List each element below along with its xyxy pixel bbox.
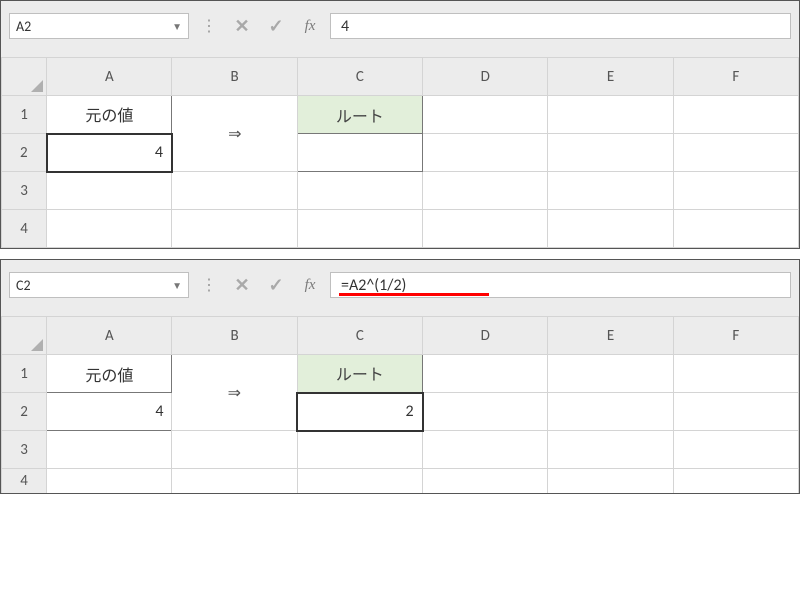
col-header-E[interactable]: E <box>548 317 673 355</box>
name-box-dropdown-icon[interactable]: ▼ <box>172 20 182 33</box>
cell-D2[interactable] <box>423 134 548 172</box>
cell-D1[interactable] <box>423 355 548 393</box>
select-all-corner[interactable] <box>2 317 47 355</box>
formula-input[interactable]: 4 <box>330 13 791 39</box>
name-box-value: C2 <box>16 277 31 294</box>
col-header-B[interactable]: B <box>172 317 297 355</box>
confirm-icon[interactable]: ✓ <box>262 275 290 296</box>
grid[interactable]: A B C D E F 1 元の値 ⇒ ルート 2 4 2 <box>1 316 799 493</box>
cell-C1[interactable]: ルート <box>297 355 422 393</box>
cell-C1[interactable]: ルート <box>297 96 422 134</box>
cell-F2[interactable] <box>673 134 798 172</box>
grid[interactable]: A B C D E F 1 元の値 ⇒ ルート 2 4 <box>1 57 799 248</box>
cell-C3[interactable] <box>297 172 422 210</box>
cell-E1[interactable] <box>548 355 673 393</box>
spreadsheet-panel-2: C2 ▼ ⋮ ✕ ✓ fx =A2^(1/2) A B C D E F <box>0 259 800 494</box>
cell-E2[interactable] <box>548 134 673 172</box>
cancel-icon[interactable]: ✕ <box>228 275 256 296</box>
col-header-A[interactable]: A <box>47 317 172 355</box>
col-header-F[interactable]: F <box>673 58 798 96</box>
cell-A3[interactable] <box>47 172 172 210</box>
cell-F3[interactable] <box>673 172 798 210</box>
row-header-3[interactable]: 3 <box>2 431 47 469</box>
fx-icon[interactable]: fx <box>296 277 324 294</box>
cell-A1[interactable]: 元の値 <box>47 355 172 393</box>
formula-input[interactable]: =A2^(1/2) <box>330 272 791 298</box>
row-header-2[interactable]: 2 <box>2 393 47 431</box>
cell-B4[interactable] <box>172 469 297 493</box>
cell-F1[interactable] <box>673 355 798 393</box>
cell-D2[interactable] <box>423 393 548 431</box>
cell-A4[interactable] <box>47 210 172 248</box>
col-header-B[interactable]: B <box>172 58 297 96</box>
cell-F1[interactable] <box>673 96 798 134</box>
cell-D1[interactable] <box>423 96 548 134</box>
cell-A1[interactable]: 元の値 <box>47 96 172 134</box>
formula-bar: A2 ▼ ⋮ ✕ ✓ fx 4 <box>1 1 799 57</box>
formula-text: 4 <box>341 17 349 36</box>
select-all-corner[interactable] <box>2 58 47 96</box>
col-header-A[interactable]: A <box>47 58 172 96</box>
cell-F2[interactable] <box>673 393 798 431</box>
name-box-dropdown-icon[interactable]: ▼ <box>172 279 182 292</box>
cell-C3[interactable] <box>297 431 422 469</box>
row-header-3[interactable]: 3 <box>2 172 47 210</box>
fx-icon[interactable]: fx <box>296 18 324 35</box>
formula-highlight-underline <box>339 293 489 296</box>
cancel-icon[interactable]: ✕ <box>228 16 256 37</box>
col-header-D[interactable]: D <box>423 58 548 96</box>
cell-C2[interactable] <box>297 134 422 172</box>
cell-D4[interactable] <box>423 210 548 248</box>
cell-E1[interactable] <box>548 96 673 134</box>
cell-E2[interactable] <box>548 393 673 431</box>
col-header-E[interactable]: E <box>548 58 673 96</box>
separator-icon: ⋮ <box>195 16 222 36</box>
spreadsheet-panel-1: A2 ▼ ⋮ ✕ ✓ fx 4 A B C D E F 1 <box>0 0 800 249</box>
cell-B1B2-arrow[interactable]: ⇒ <box>172 96 297 172</box>
confirm-icon[interactable]: ✓ <box>262 16 290 37</box>
cell-F4[interactable] <box>673 469 798 493</box>
row-header-1[interactable]: 1 <box>2 96 47 134</box>
cell-B3[interactable] <box>172 431 297 469</box>
name-box-value: A2 <box>16 18 31 35</box>
cell-A3[interactable] <box>47 431 172 469</box>
cell-D4[interactable] <box>423 469 548 493</box>
cell-F4[interactable] <box>673 210 798 248</box>
formula-text: =A2^(1/2) <box>341 276 406 295</box>
formula-bar: C2 ▼ ⋮ ✕ ✓ fx =A2^(1/2) <box>1 260 799 316</box>
cell-C4[interactable] <box>297 469 422 493</box>
cell-C2[interactable]: 2 <box>297 393 422 431</box>
row-header-4[interactable]: 4 <box>2 210 47 248</box>
cell-C4[interactable] <box>297 210 422 248</box>
cell-A2[interactable]: 4 <box>47 393 172 431</box>
row-header-1[interactable]: 1 <box>2 355 47 393</box>
cell-E4[interactable] <box>548 210 673 248</box>
cell-D3[interactable] <box>423 431 548 469</box>
cell-E4[interactable] <box>548 469 673 493</box>
cell-B1B2-arrow[interactable]: ⇒ <box>172 355 297 431</box>
col-header-D[interactable]: D <box>423 317 548 355</box>
cell-E3[interactable] <box>548 431 673 469</box>
col-header-C[interactable]: C <box>297 317 422 355</box>
col-header-F[interactable]: F <box>673 317 798 355</box>
row-header-4[interactable]: 4 <box>2 469 47 493</box>
name-box[interactable]: A2 ▼ <box>9 13 189 39</box>
cell-B3[interactable] <box>172 172 297 210</box>
cell-A2[interactable]: 4 <box>47 134 172 172</box>
separator-icon: ⋮ <box>195 275 222 295</box>
cell-D3[interactable] <box>423 172 548 210</box>
cell-F3[interactable] <box>673 431 798 469</box>
row-header-2[interactable]: 2 <box>2 134 47 172</box>
cell-E3[interactable] <box>548 172 673 210</box>
col-header-C[interactable]: C <box>297 58 422 96</box>
name-box[interactable]: C2 ▼ <box>9 272 189 298</box>
cell-A4[interactable] <box>47 469 172 493</box>
cell-B4[interactable] <box>172 210 297 248</box>
